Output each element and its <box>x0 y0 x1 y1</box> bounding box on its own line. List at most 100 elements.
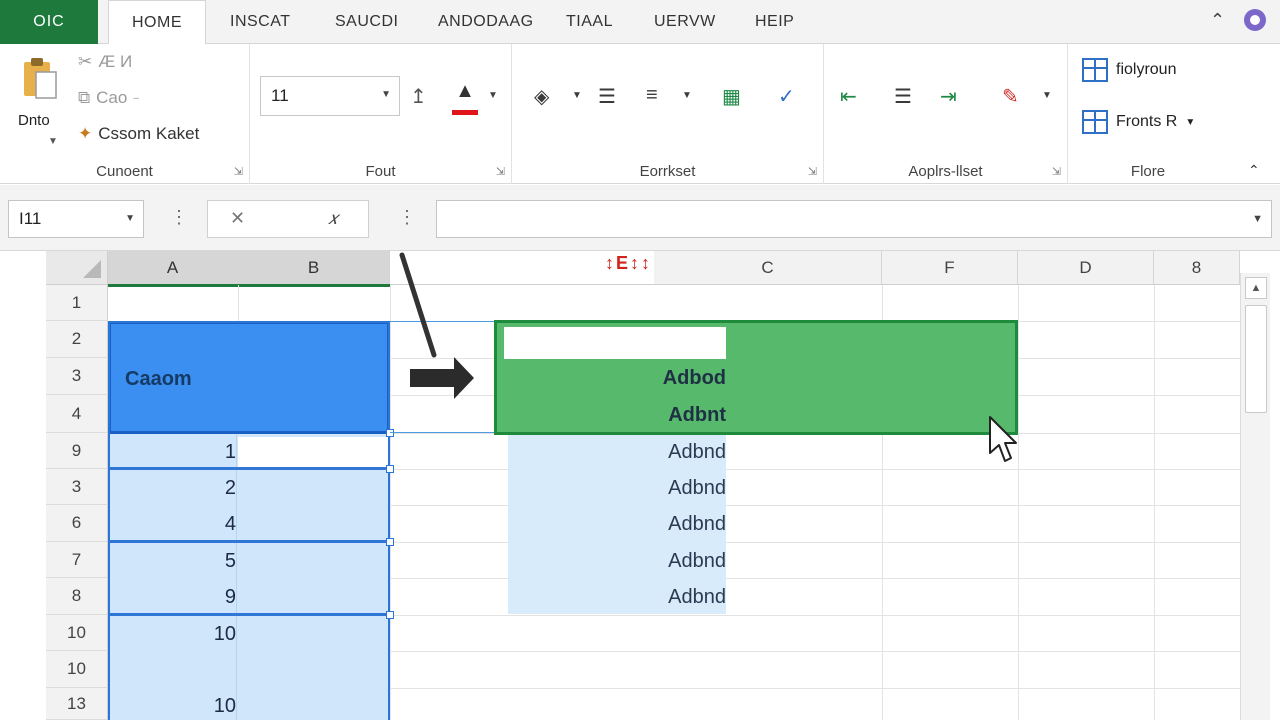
destination-cell-value[interactable]: Adbnd <box>508 513 726 536</box>
tab-home[interactable]: HOME <box>108 0 206 45</box>
destination-cell-value[interactable]: Adbnt <box>508 404 726 427</box>
tab-file[interactable]: OIC <box>0 0 98 44</box>
column-header-f[interactable]: F <box>882 251 1018 285</box>
row-header[interactable]: 6 <box>46 505 108 542</box>
destination-cell-value[interactable]: Adbnd <box>508 477 726 500</box>
grow-font-icon[interactable]: ↥ <box>410 84 427 109</box>
collapse-ribbon-icon[interactable]: ⌃ <box>1248 162 1260 179</box>
tab-insert[interactable]: INSCAT <box>230 0 290 44</box>
selection-handle[interactable] <box>386 465 394 473</box>
cell-value[interactable]: 10 <box>108 695 236 718</box>
destination-blank-cell[interactable] <box>504 327 726 359</box>
destination-cell-value[interactable]: Adbnd <box>508 586 726 609</box>
format-as-table-button[interactable]: fiolyroun <box>1082 58 1176 82</box>
row-header[interactable]: 13 <box>46 688 108 720</box>
format-as-table-label: fiolyroun <box>1116 61 1177 78</box>
row-header[interactable]: 3 <box>46 358 108 395</box>
close-icon[interactable]: ✕ <box>230 208 245 229</box>
row-header[interactable]: 1 <box>46 285 108 321</box>
chevron-down-icon[interactable]: ▼ <box>48 136 58 147</box>
dialog-launcher-icon[interactable]: ⇲ <box>234 165 243 178</box>
cell-styles-button[interactable]: Fronts R ▼ <box>1082 110 1195 134</box>
styles-group: fiolyroun Fronts R ▼ Flore <box>1068 44 1228 184</box>
fill-icon[interactable]: ◈ <box>534 84 549 109</box>
formula-input[interactable]: ▼ <box>436 200 1272 238</box>
copy-icon: ⧉ <box>78 88 91 107</box>
font-size-value: 11 <box>271 86 289 105</box>
worksheet-grid[interactable]: A B C F D 8 ↕E↕↕ 1 2 3 4 9 3 6 7 8 10 10… <box>0 251 1280 720</box>
chevron-down-icon[interactable]: ▼ <box>572 90 582 101</box>
dialog-launcher-icon[interactable]: ⇲ <box>1052 165 1061 178</box>
copy-button[interactable]: ⧉ Cao – <box>78 88 139 108</box>
tab-help[interactable]: HEIP <box>755 0 794 44</box>
cell-value[interactable]: 1 <box>108 441 236 464</box>
format-painter-button[interactable]: ✦ Cssom Kaket <box>78 124 199 144</box>
merge-icon[interactable]: ▦ <box>722 84 741 109</box>
dialog-launcher-icon[interactable]: ⇲ <box>808 165 817 178</box>
row-header[interactable]: 10 <box>46 651 108 688</box>
orientation-icon[interactable]: ✓ <box>778 84 795 109</box>
tab-formulas[interactable]: ANDODAAG <box>438 0 534 44</box>
row-header[interactable]: 2 <box>46 321 108 358</box>
more-icon[interactable]: ⋮ <box>170 207 188 228</box>
chevron-down-icon[interactable]: ▼ <box>682 90 692 101</box>
font-color-icon[interactable]: ▲ <box>452 80 478 110</box>
tab-review[interactable]: UERVW <box>654 0 716 44</box>
chevron-up-icon[interactable]: ⌃ <box>1210 10 1225 31</box>
destination-cell-value[interactable]: Adbnd <box>508 550 726 573</box>
cell-value[interactable]: 2 <box>108 477 236 500</box>
cell-value[interactable]: 5 <box>108 550 236 573</box>
chevron-down-icon[interactable]: ▼ <box>488 90 498 101</box>
tab-page-layout[interactable]: SAUCDI <box>335 0 398 44</box>
wrap-icon[interactable]: ≡ <box>646 84 658 107</box>
chevron-down-icon: ▼ <box>1185 116 1196 128</box>
row-header[interactable]: 8 <box>46 578 108 615</box>
column-header-8[interactable]: 8 <box>1154 251 1240 285</box>
chevron-down-icon: ▼ <box>125 213 135 224</box>
selected-columns-indicator <box>108 284 390 287</box>
column-header-d[interactable]: D <box>1018 251 1154 285</box>
scroll-up-icon[interactable]: ▲ <box>1245 277 1267 299</box>
cut-button[interactable]: ✂ Æ И <box>78 52 132 72</box>
function-icon[interactable]: 𝑥 <box>328 208 338 229</box>
account-icon[interactable] <box>1244 9 1266 31</box>
cell-value[interactable]: 10 <box>108 623 236 646</box>
styles-icon[interactable]: ✎ <box>1002 84 1019 109</box>
gridline <box>1018 285 1019 720</box>
more-icon[interactable]: ⋮ <box>398 207 416 228</box>
dialog-launcher-icon[interactable]: ⇲ <box>496 165 505 178</box>
cut-label: Æ И <box>98 52 133 71</box>
row-header[interactable]: 10 <box>46 615 108 651</box>
chevron-down-icon[interactable]: ▼ <box>1252 213 1263 225</box>
tab-data[interactable]: TIAAL <box>566 0 613 44</box>
format-painter-label: Cssom Kaket <box>98 124 200 143</box>
column-header-c[interactable]: C <box>654 251 882 285</box>
destination-cell-value[interactable]: Adbod <box>508 367 726 390</box>
column-header-a[interactable]: A <box>108 251 238 285</box>
chevron-down-icon[interactable]: ▼ <box>1042 90 1052 101</box>
align-right-icon[interactable]: ☰ <box>894 84 912 109</box>
indent-more-icon[interactable]: ⇥ <box>940 84 957 109</box>
row-header[interactable]: 3 <box>46 469 108 505</box>
name-box-value: I11 <box>19 209 42 228</box>
align-icon[interactable]: ☰ <box>598 84 616 109</box>
cell-value[interactable]: 4 <box>108 513 236 536</box>
selection-handle[interactable] <box>386 611 394 619</box>
destination-cell-value[interactable]: Adbnd <box>508 441 726 464</box>
cell-value[interactable]: 9 <box>108 586 236 609</box>
scrollbar-thumb[interactable] <box>1245 305 1267 413</box>
vertical-scrollbar[interactable]: ▲ <box>1240 273 1270 720</box>
indent-icon[interactable]: ⇤ <box>840 84 857 109</box>
font-size-dropdown[interactable]: 11 ▼ <box>260 76 400 116</box>
column-header-b[interactable]: B <box>238 251 390 285</box>
selection-handle[interactable] <box>386 538 394 546</box>
name-box[interactable]: I11 ▼ <box>8 200 144 238</box>
row-header[interactable]: 9 <box>46 433 108 469</box>
paste-button[interactable]: Dnto ▼ <box>14 52 70 152</box>
chevron-down-icon[interactable]: – <box>133 93 139 104</box>
row-header[interactable]: 7 <box>46 542 108 578</box>
alignment-group-label: Eorrkset <box>639 163 696 180</box>
select-all-button[interactable] <box>46 251 108 285</box>
alignment-group: ◈ ▼ ☰ ≡ ▼ ▦ ✓ Eorrkset ⇲ <box>512 44 824 184</box>
row-header[interactable]: 4 <box>46 395 108 433</box>
